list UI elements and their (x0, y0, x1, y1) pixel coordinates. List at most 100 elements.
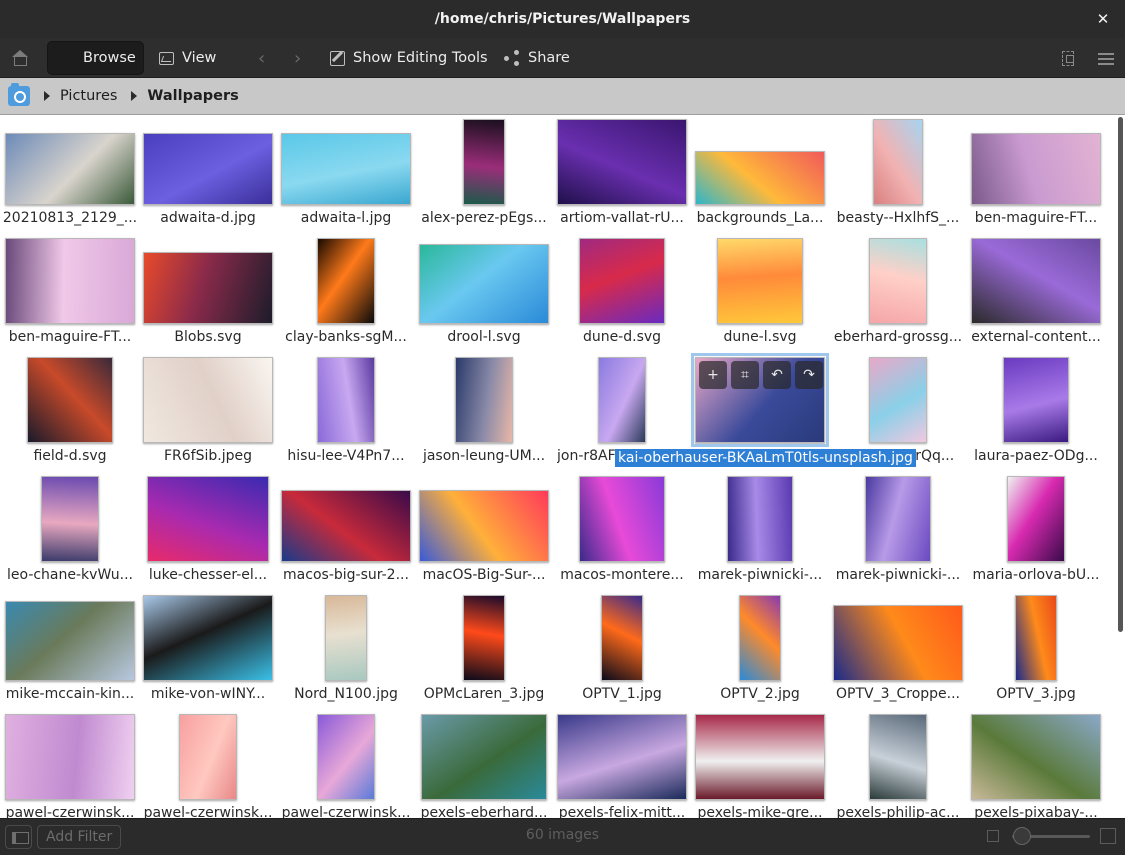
image-thumbnail-cell[interactable]: clay-banks-sgM... (277, 236, 415, 355)
crop-icon[interactable]: ⌗ (731, 361, 759, 389)
zoom-in-icon[interactable] (1100, 828, 1116, 844)
image-thumbnail-cell[interactable]: pexels-felix-mitt... (553, 712, 691, 818)
image-thumbnail-cell[interactable]: pexels-mike-gre... (691, 712, 829, 818)
image-thumbnail[interactable] (557, 714, 687, 800)
image-thumbnail[interactable] (281, 133, 411, 205)
image-thumbnail-cell[interactable]: dune-d.svg (553, 236, 691, 355)
image-thumbnail[interactable] (833, 605, 963, 681)
breadcrumb-pictures[interactable]: Pictures (60, 88, 117, 104)
image-thumbnail-cell[interactable]: OPTV_1.jpg (553, 593, 691, 712)
image-thumbnail-cell[interactable]: external-content... (967, 236, 1105, 355)
image-thumbnail[interactable] (317, 714, 375, 800)
image-thumbnail[interactable] (869, 714, 927, 800)
share-button[interactable]: Share (494, 41, 580, 75)
image-thumbnail[interactable] (579, 476, 665, 562)
image-thumbnail[interactable] (695, 714, 825, 800)
image-thumbnail[interactable] (281, 490, 411, 562)
image-thumbnail[interactable] (717, 238, 803, 324)
image-thumbnail-cell[interactable]: pexels-eberhard... (415, 712, 553, 818)
image-thumbnail-cell[interactable]: FR6fSib.jpeg (139, 355, 277, 474)
zoom-slider-handle[interactable] (1013, 827, 1031, 845)
image-thumbnail[interactable] (27, 357, 113, 443)
image-thumbnail[interactable] (325, 595, 367, 681)
image-thumbnail-cell[interactable]: ben-maguire-FT... (967, 117, 1105, 236)
image-thumbnail-cell[interactable]: leo-chane-kvWu... (1, 474, 139, 593)
image-thumbnail[interactable] (971, 714, 1101, 800)
image-thumbnail[interactable] (873, 119, 923, 205)
image-thumbnail-cell[interactable]: luke-chesser-el... (139, 474, 277, 593)
image-thumbnail[interactable] (739, 595, 781, 681)
selected-image-label[interactable]: kai-oberhauser-BKAaLmT0tls-unsplash.jpg (615, 449, 916, 467)
image-thumbnail[interactable] (5, 601, 135, 681)
image-thumbnail-cell[interactable]: eberhard-grossg... (829, 236, 967, 355)
image-thumbnail[interactable] (971, 133, 1101, 205)
zoom-out-icon[interactable] (987, 830, 999, 842)
image-grid[interactable]: 20210813_2129_... adwaita-d.jpg adwaita-l.… (0, 115, 1117, 818)
image-thumbnail-cell[interactable]: Blobs.svg (139, 236, 277, 355)
rotate-left-icon[interactable]: ↶ (763, 361, 791, 389)
breadcrumb-wallpapers[interactable]: Wallpapers (147, 88, 238, 104)
image-thumbnail[interactable] (971, 238, 1101, 324)
image-thumbnail-cell[interactable]: jason-leung-UM... (415, 355, 553, 474)
image-thumbnail-cell[interactable]: field-d.svg (1, 355, 139, 474)
image-thumbnail-cell[interactable]: alex-perez-pEgs... (415, 117, 553, 236)
image-thumbnail[interactable] (147, 476, 269, 562)
image-thumbnail-cell[interactable]: Nord_N100.jpg (277, 593, 415, 712)
close-icon[interactable]: ✕ (1093, 9, 1113, 29)
fullscreen-button[interactable] (1052, 41, 1084, 75)
image-thumbnail[interactable] (143, 595, 273, 681)
image-thumbnail[interactable] (869, 357, 927, 443)
image-thumbnail[interactable] (579, 238, 665, 324)
image-thumbnail-cell[interactable]: OPTV_3_Croppe... (829, 593, 967, 712)
image-thumbnail-cell[interactable]: OPTV_3.jpg (967, 593, 1105, 712)
browse-button[interactable]: Browse (47, 41, 144, 75)
image-thumbnail-cell[interactable]: pawel-czerwinsk... (1, 712, 139, 818)
image-thumbnail-cell[interactable]: adwaita-l.jpg (277, 117, 415, 236)
image-thumbnail-cell[interactable]: marek-piwnicki-... (691, 474, 829, 593)
image-thumbnail[interactable] (869, 238, 927, 324)
image-thumbnail-cell[interactable]: macOS-Big-Sur-... (415, 474, 553, 593)
image-thumbnail[interactable] (455, 357, 513, 443)
view-button[interactable]: View (149, 41, 226, 75)
image-thumbnail[interactable] (5, 238, 135, 324)
image-thumbnail-cell[interactable]: ben-maguire-FT... (1, 236, 139, 355)
image-thumbnail-cell[interactable]: beasty--HxlhfS_... (829, 117, 967, 236)
image-thumbnail-cell[interactable]: pexels-pixabay-... (967, 712, 1105, 818)
image-thumbnail[interactable] (143, 133, 273, 205)
image-thumbnail[interactable] (865, 476, 931, 562)
pictures-folder-icon[interactable] (8, 83, 30, 106)
image-thumbnail[interactable] (419, 244, 549, 324)
image-thumbnail-cell[interactable]: OPTV_2.jpg (691, 593, 829, 712)
image-thumbnail[interactable] (317, 357, 375, 443)
image-thumbnail[interactable] (463, 595, 505, 681)
rotate-right-icon[interactable]: ↷ (795, 361, 823, 389)
main-menu-button[interactable] (1088, 41, 1120, 75)
image-thumbnail-cell[interactable]: pawel-czerwinsk... (277, 712, 415, 818)
forward-button[interactable]: › (284, 41, 314, 75)
image-thumbnail[interactable] (41, 476, 99, 562)
image-thumbnail-cell[interactable]: macos-montere... (553, 474, 691, 593)
image-thumbnail-cell[interactable]: maria-orlova-bU... (967, 474, 1105, 593)
image-thumbnail-cell[interactable]: drool-l.svg (415, 236, 553, 355)
show-editing-tools-button[interactable]: Show Editing Tools (320, 41, 498, 75)
add-icon[interactable]: + (699, 361, 727, 389)
image-thumbnail[interactable] (143, 252, 273, 324)
image-thumbnail-cell[interactable]: pawel-czerwinsk... (139, 712, 277, 818)
image-thumbnail-cell[interactable]: mike-mccain-kin... (1, 593, 139, 712)
image-thumbnail-cell[interactable]: backgrounds_La... (691, 117, 829, 236)
image-thumbnail[interactable] (421, 714, 547, 800)
image-thumbnail-cell[interactable]: macos-big-sur-2... (277, 474, 415, 593)
home-button[interactable] (4, 41, 38, 75)
scrollbar-thumb[interactable] (1118, 117, 1123, 632)
image-thumbnail[interactable] (5, 133, 135, 205)
image-thumbnail-cell[interactable]: marek-piwnicki-... (829, 474, 967, 593)
image-thumbnail-cell[interactable]: laura-paez-ODg... (967, 355, 1105, 474)
image-thumbnail[interactable] (5, 714, 135, 800)
image-thumbnail[interactable] (419, 490, 549, 562)
image-thumbnail[interactable] (1007, 476, 1065, 562)
back-button[interactable]: ‹ (248, 41, 278, 75)
image-thumbnail[interactable] (695, 151, 825, 205)
image-thumbnail-cell[interactable]: artiom-vallat-rU... (553, 117, 691, 236)
image-thumbnail[interactable] (143, 357, 273, 443)
image-thumbnail[interactable] (557, 119, 687, 205)
